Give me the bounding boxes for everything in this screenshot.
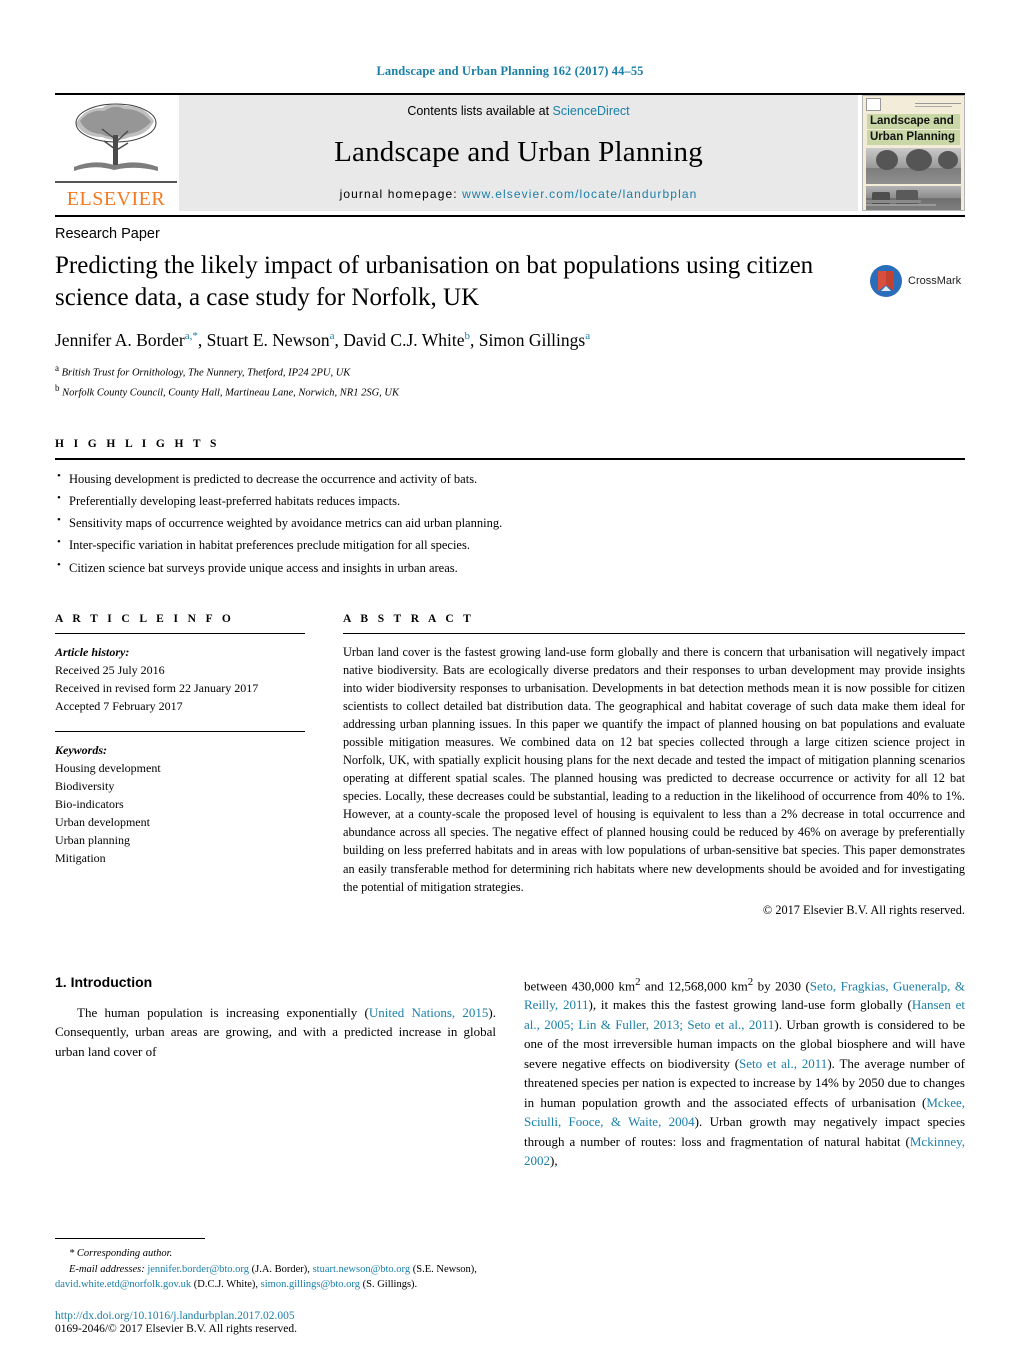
info-abstract-row: A R T I C L E I N F O Article history: R… [55, 613, 965, 918]
body-column-right: between 430,000 km2 and 12,568,000 km2 b… [524, 974, 965, 1171]
title-block: Predicting the likely impact of urbanisa… [55, 242, 869, 402]
keywords-label: Keywords: [55, 742, 107, 757]
elsevier-divider [55, 181, 177, 183]
homepage-url-link[interactable]: www.elsevier.com/locate/landurbplan [462, 187, 697, 201]
cover-title-band-2: Urban Planning [867, 130, 960, 146]
article-info-divider-1 [55, 632, 305, 634]
abstract-copyright: © 2017 Elsevier B.V. All rights reserved… [762, 902, 965, 917]
introduction-heading: 1. Introduction [55, 973, 153, 990]
highlights-label: H I G H L I G H T S [55, 437, 220, 450]
cover-topbar [863, 96, 964, 113]
keyword-item: Bio-indicators [55, 796, 124, 811]
history-item: Received 25 July 2016 [55, 662, 165, 677]
list-item: Citizen science bat surveys provide uniq… [55, 556, 965, 579]
abstract-label: A B S T R A C T [343, 612, 475, 625]
paper-page: Landscape and Urban Planning 162 (2017) … [0, 0, 1020, 1351]
abstract-text: Urban land cover is the fastest growing … [343, 644, 965, 894]
title-row: Predicting the likely impact of urbanisa… [55, 242, 965, 402]
keyword-item: Urban development [55, 814, 150, 829]
history-item: Accepted 7 February 2017 [55, 698, 183, 713]
list-item: Preferentially developing least-preferre… [55, 489, 965, 512]
cover-header-lines [915, 101, 961, 108]
corresponding-author-note: * Corresponding author. [69, 1247, 173, 1259]
affiliation-a: a British Trust for Ornithology, The Nun… [55, 363, 351, 379]
keyword-item: Mitigation [55, 850, 106, 865]
article-history-block: Article history: Received 25 July 2016 R… [55, 643, 305, 715]
cover-title-band-1: Landscape and [867, 114, 960, 130]
list-item: Inter-specific variation in habitat pref… [55, 533, 965, 556]
elsevier-wordmark: ELSEVIER [66, 188, 166, 210]
highlights-section: H I G H L I G H T S Housing development … [55, 438, 965, 579]
affiliation-a-text: British Trust for Ornithology, The Nunne… [61, 367, 351, 379]
journal-title: Landscape and Urban Planning [334, 136, 703, 168]
email-addresses-note: E-mail addresses: jennifer.border@bto.or… [55, 1263, 477, 1291]
footnote-divider [55, 1237, 205, 1239]
author-list: Jennifer A. Bordera,*, Stuart E. Newsona… [55, 330, 591, 350]
crossmark-badge[interactable]: CrossMark [869, 264, 965, 298]
affiliation-b: b Norfolk County Council, County Hall, M… [55, 382, 399, 399]
list-item: Sensitivity maps of occurrence weighted … [55, 511, 965, 534]
journal-homepage-line: journal homepage: www.elsevier.com/locat… [340, 187, 698, 201]
contents-prefix: Contents lists available at [407, 104, 553, 118]
elsevier-tree-icon [74, 103, 158, 171]
article-type: Research Paper [55, 226, 160, 242]
keyword-item: Urban planning [55, 832, 130, 847]
article-history-label: Article history: [55, 644, 130, 659]
body-column-left: 1. Introduction The human population is … [55, 974, 496, 1171]
crossmark-label: CrossMark [908, 275, 962, 287]
abstract-divider [343, 632, 965, 634]
keyword-item: Housing development [55, 760, 161, 775]
article-type-bar: Research Paper [55, 215, 965, 242]
introduction-paragraph-left: The human population is increasing expon… [55, 1004, 496, 1059]
keyword-item: Biodiversity [55, 778, 115, 793]
history-item: Received in revised form 22 January 2017 [55, 680, 259, 695]
masthead-center: Contents lists available at ScienceDirec… [179, 95, 858, 211]
crossmark-icon [870, 265, 902, 297]
abstract-section: A B S T R A C T Urban land cover is the … [343, 613, 965, 918]
body-columns: 1. Introduction The human population is … [55, 974, 965, 1171]
doi-area: http://dx.doi.org/10.1016/j.landurbplan.… [55, 1310, 525, 1335]
cover-footer-lines [866, 200, 961, 209]
affiliation-list: a British Trust for Ornithology, The Nun… [55, 362, 869, 402]
contents-available-line: Contents lists available at ScienceDirec… [407, 104, 629, 118]
footnote-area: * Corresponding author. E-mail addresses… [55, 1237, 496, 1293]
introduction-paragraph-right: between 430,000 km2 and 12,568,000 km2 b… [524, 975, 966, 1169]
cover-title-line-1: Landscape and [870, 115, 954, 127]
article-info-label: A R T I C L E I N F O [55, 612, 235, 625]
sciencedirect-link[interactable]: ScienceDirect [553, 104, 630, 118]
elsevier-logo: ELSEVIER [55, 95, 177, 211]
cover-title-line-2: Urban Planning [870, 131, 955, 144]
highlights-divider [55, 457, 965, 460]
article-info-section: A R T I C L E I N F O Article history: R… [55, 613, 305, 918]
homepage-prefix: journal homepage: [339, 187, 463, 201]
keywords-block: Keywords: Housing development Biodiversi… [55, 741, 305, 867]
highlights-list: Housing development is predicted to decr… [55, 467, 965, 579]
journal-cover-thumbnail: Landscape and Urban Planning [862, 95, 965, 211]
doi-link[interactable]: http://dx.doi.org/10.1016/j.landurbplan.… [55, 1310, 525, 1322]
journal-masthead: ELSEVIER Contents lists available at Sci… [55, 93, 965, 211]
affiliation-b-text: Norfolk County Council, County Hall, Mar… [62, 387, 399, 399]
issn-copyright: 0169-2046/© 2017 Elsevier B.V. All right… [55, 1323, 298, 1335]
cover-photo-trees [866, 148, 961, 185]
list-item: Housing development is predicted to decr… [55, 467, 965, 490]
running-head: Landscape and Urban Planning 162 (2017) … [376, 64, 644, 78]
article-info-divider-2 [55, 730, 305, 732]
cover-publisher-mark-icon [866, 98, 881, 111]
page-title: Predicting the likely impact of urbanisa… [55, 252, 814, 311]
